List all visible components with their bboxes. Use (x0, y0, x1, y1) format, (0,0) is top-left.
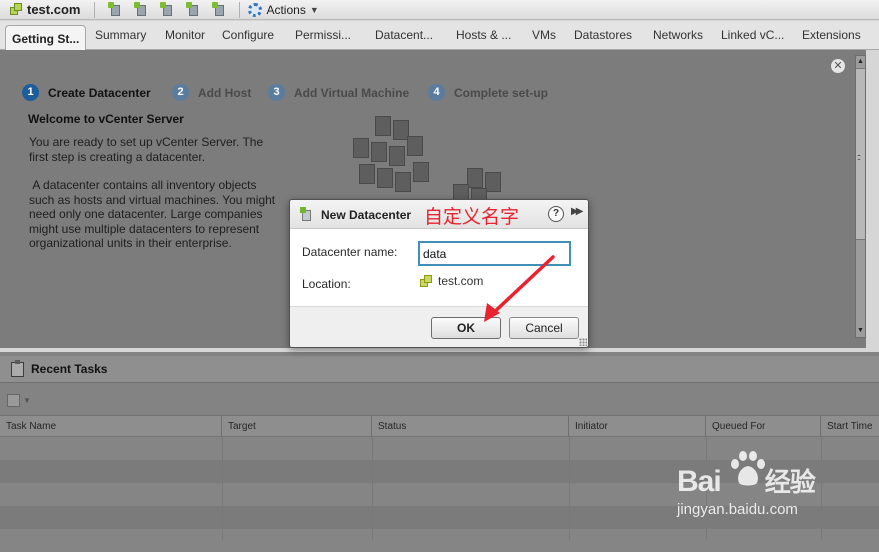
tab-configure[interactable]: Configure (222, 28, 274, 42)
datacenter-icon (420, 274, 433, 288)
step-add-host[interactable]: 2 Add Host (172, 84, 251, 101)
baidu-watermark: Bai 经验 jingyan.baidu.com (677, 451, 877, 540)
help-icon[interactable]: ? (548, 206, 564, 222)
chevron-down-icon[interactable]: ▼ (23, 396, 31, 405)
object-toolbar: test.com Actions ▼ (0, 0, 879, 20)
copy-icon[interactable] (7, 394, 20, 407)
step-number: 2 (172, 84, 189, 101)
column-queued-for[interactable]: Queued For (706, 416, 821, 438)
dialog-footer: OK Cancel (290, 306, 588, 347)
paw-icon (731, 451, 765, 486)
column-status[interactable]: Status (372, 416, 569, 438)
actions-menu-button[interactable]: Actions ▼ (248, 2, 319, 17)
object-title: test.com (0, 2, 80, 17)
step-label: Add Virtual Machine (294, 85, 410, 100)
step-label: Create Datacenter (48, 85, 151, 100)
object-title-label: test.com (27, 2, 81, 17)
deploy-ovf-icon[interactable] (186, 1, 202, 18)
add-host-icon[interactable] (108, 1, 124, 18)
intro-text: You are ready to set up vCenter Server. … (29, 135, 264, 164)
step-label: Complete set-up (454, 85, 549, 100)
step-number: 4 (428, 84, 445, 101)
recent-tasks-title: Recent Tasks (31, 362, 108, 376)
location-value: test.com (420, 274, 483, 288)
datacenter-icon (10, 3, 23, 16)
new-datacenter-dialog: New Datacenter 自定义名字 ? ▶▶ Datacenter nam… (289, 199, 589, 348)
actions-label: Actions (266, 2, 306, 17)
vertical-scrollbar[interactable]: ▲ ▼ (855, 55, 866, 338)
tab-datacenters[interactable]: Datacent... (375, 28, 433, 42)
add-cluster-icon[interactable] (134, 1, 150, 18)
datacenter-name-input[interactable] (418, 241, 571, 266)
step-complete-setup[interactable]: 4 Complete set-up (428, 84, 548, 101)
scroll-down-arrow-icon[interactable]: ▼ (856, 325, 865, 337)
toolbar-divider (239, 1, 241, 18)
tab-monitor[interactable]: Monitor (165, 28, 205, 42)
dialog-header: New Datacenter 自定义名字 ? ▶▶ (290, 200, 588, 229)
scroll-up-arrow-icon[interactable]: ▲ (856, 56, 865, 68)
close-icon[interactable]: ✕ (831, 59, 845, 73)
step-number: 3 (268, 84, 285, 101)
import-icon[interactable] (212, 1, 228, 18)
cancel-button[interactable]: Cancel (509, 317, 579, 339)
column-initiator[interactable]: Initiator (569, 416, 706, 438)
step-label: Add Host (198, 85, 252, 100)
tab-linked-vcenter[interactable]: Linked vC... (721, 28, 784, 42)
column-target[interactable]: Target (222, 416, 372, 438)
add-folder-icon[interactable] (160, 1, 176, 18)
tab-getting-started[interactable]: Getting St... (5, 25, 87, 51)
datacenter-description: A datacenter contains all inventory obje… (29, 178, 279, 250)
column-divider (372, 437, 373, 540)
tab-vms[interactable]: VMs (532, 28, 556, 42)
tab-bar: Getting St... Summary Monitor Configure … (0, 21, 879, 51)
column-divider (569, 437, 570, 540)
expand-icon[interactable]: ▶▶ (571, 206, 584, 217)
step-create-datacenter[interactable]: 1 Create Datacenter (22, 84, 151, 101)
recent-tasks-toolbar: ▼ (7, 394, 31, 407)
tab-summary[interactable]: Summary (95, 28, 146, 42)
tab-datastores[interactable]: Datastores (574, 28, 632, 42)
tab-permissions[interactable]: Permissi... (295, 28, 351, 42)
annotation-text: 自定义名字 (424, 206, 520, 228)
ok-button[interactable]: OK (431, 317, 501, 339)
gear-icon (248, 2, 263, 17)
location-label: Location: (302, 277, 351, 291)
column-task-name[interactable]: Task Name (0, 416, 222, 438)
tab-hosts-clusters[interactable]: Hosts & ... (456, 28, 511, 42)
dialog-title: New Datacenter (321, 208, 412, 222)
splitter-grip-icon[interactable]: :: (857, 152, 861, 162)
tab-extensions[interactable]: Extensions (802, 28, 861, 42)
chevron-down-icon: ▼ (309, 4, 319, 15)
watermark-url: jingyan.baidu.com (677, 501, 798, 518)
clipboard-icon (11, 359, 24, 377)
recent-tasks-header: Recent Tasks (0, 356, 879, 383)
column-start-time[interactable]: Start Time (821, 416, 879, 438)
new-datacenter-icon (300, 207, 316, 223)
tasks-table-header: Task Name Target Status Initiator Queued… (0, 415, 879, 438)
tab-networks[interactable]: Networks (653, 28, 703, 42)
resize-grip-icon[interactable] (579, 338, 587, 346)
welcome-heading: Welcome to vCenter Server (28, 112, 184, 126)
datacenter-name-label: Datacenter name: (302, 245, 398, 259)
toolbar-divider (94, 1, 96, 18)
step-number: 1 (22, 84, 39, 101)
step-add-virtual-machine[interactable]: 3 Add Virtual Machine (268, 84, 409, 101)
location-text: test.com (438, 274, 484, 288)
column-divider (222, 437, 223, 540)
